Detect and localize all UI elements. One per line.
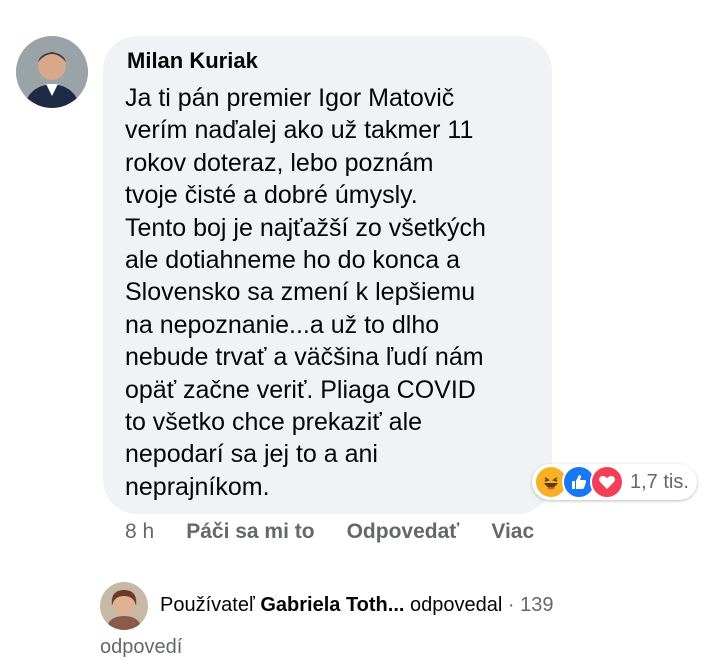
reply-author-avatar[interactable] (100, 582, 148, 630)
like-button[interactable]: Páči sa mi to (186, 520, 314, 544)
comment-line: neprajníkom. (125, 472, 270, 501)
reply-count: 139 (520, 594, 554, 616)
comment-bubble: Milan Kuriak Ja ti pán premier Igor Mato… (103, 36, 552, 514)
reply-verb: odpovedal (410, 594, 503, 616)
comment-author[interactable]: Milan Kuriak (127, 48, 258, 74)
comment-line: tvoje čisté a dobré úmysly. (125, 181, 418, 210)
reply-prefix: Používateľ (160, 594, 255, 616)
reply-author-name: Gabriela Toth... (260, 594, 405, 616)
comment-time[interactable]: 8 h (125, 520, 154, 544)
more-button[interactable]: Viac (491, 520, 534, 544)
reply-separator: · (507, 594, 515, 616)
comment-line: Slovensko sa zmení k lepšiemu (125, 278, 476, 307)
comment-actions: 8 h Páči sa mi to Odpovedať Viac (125, 520, 534, 544)
reactions-summary[interactable]: 1,7 tis. (532, 464, 697, 500)
reply-count-label[interactable]: odpovedí (100, 636, 182, 659)
view-replies-link[interactable]: Používateľ Gabriela Toth... odpovedal · … (160, 594, 553, 617)
comment-line: nepodarí sa jej to a ani (125, 440, 378, 469)
comment-line: ale dotiahneme ho do konca a (125, 246, 460, 275)
comment-text: Ja ti pán premier Igor Matovič verím naď… (125, 82, 545, 503)
comment-line: verím naďalej ako už takmer 11 (125, 116, 474, 145)
author-avatar[interactable] (16, 36, 88, 108)
comment-line: rokov doteraz, lebo poznám (125, 148, 434, 177)
comment-line: nebude trvať a väčšina ľudí nám (125, 343, 484, 372)
reply-button[interactable]: Odpovedať (347, 520, 460, 544)
reaction-count: 1,7 tis. (630, 470, 689, 493)
comment-line: na nepoznanie...a už to dlho (125, 310, 440, 339)
comment-line: Ja ti pán premier Igor Matovič (125, 84, 455, 112)
love-icon (590, 465, 624, 499)
comment-line: opäť začne veriť. Pliaga COVID (125, 375, 476, 404)
comment-line: to všetko chce prekaziť ale (125, 408, 423, 437)
comment-line: Tento boj je najťažší zo všetkých (125, 213, 486, 242)
